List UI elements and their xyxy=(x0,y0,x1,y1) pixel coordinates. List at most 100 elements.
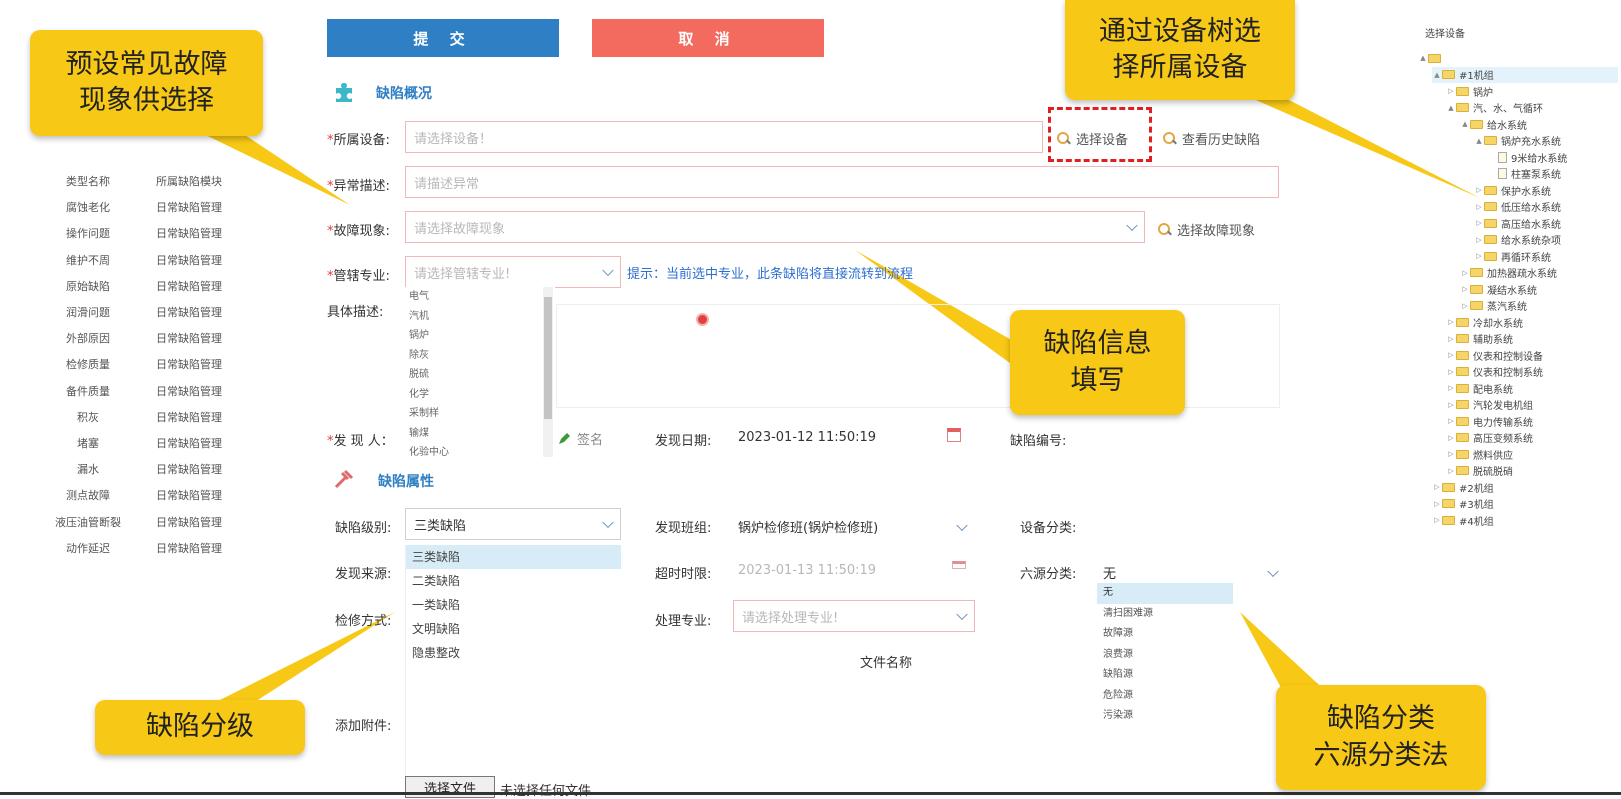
abnormal-input[interactable]: 请描述异常 xyxy=(405,166,1279,198)
tree-node[interactable]: ▲ xyxy=(1418,50,1445,66)
dropdown-option[interactable]: 输煤 xyxy=(405,424,555,444)
tree-node[interactable]: ▷ #2机组 xyxy=(1432,479,1494,495)
expand-arrow-icon[interactable]: ▷ xyxy=(1432,500,1442,508)
equipment-label: *所属设备: xyxy=(327,133,390,148)
tree-node[interactable]: ▲ #1机组 xyxy=(1432,66,1618,83)
expand-arrow-icon[interactable]: ▷ xyxy=(1460,302,1470,310)
dropdown-option[interactable]: 污染源 xyxy=(1097,706,1233,727)
tree-node[interactable]: ▷ 再循环系统 xyxy=(1474,248,1551,264)
dropdown-option[interactable]: 锅炉 xyxy=(405,326,555,346)
dropdown-option[interactable]: 采制样 xyxy=(405,404,555,424)
expand-arrow-icon[interactable]: ▷ xyxy=(1446,384,1456,392)
dropdown-option[interactable]: 脱硫 xyxy=(405,365,555,385)
expand-arrow-icon[interactable]: ▲ xyxy=(1446,104,1456,112)
dropdown-option[interactable]: 三类缺陷 xyxy=(406,545,621,569)
tree-node[interactable]: ▷ 燃料供应 xyxy=(1446,446,1513,462)
tree-node[interactable]: ▷ 给水系统杂项 xyxy=(1474,232,1561,248)
expand-arrow-icon[interactable]: ▷ xyxy=(1446,450,1456,458)
dropdown-option[interactable]: 清扫困难源 xyxy=(1097,604,1233,625)
calendar-icon[interactable] xyxy=(947,428,961,442)
dropdown-option[interactable]: 电气 xyxy=(405,287,555,307)
dropdown-option[interactable]: 化验中心 xyxy=(405,443,555,463)
tree-node[interactable]: ▷ 蒸汽系统 xyxy=(1460,298,1527,314)
tree-node[interactable]: ▷ 保护水系统 xyxy=(1474,182,1551,198)
dropdown-option[interactable]: 文明缺陷 xyxy=(406,617,621,641)
expand-arrow-icon[interactable]: ▷ xyxy=(1446,368,1456,376)
expand-arrow-icon[interactable]: ▷ xyxy=(1432,516,1442,524)
expand-arrow-icon[interactable]: ▲ xyxy=(1460,120,1470,128)
tree-node[interactable]: ▷ 高压变频系统 xyxy=(1446,430,1533,446)
dropdown-option[interactable]: 汽机 xyxy=(405,307,555,327)
dropdown-option[interactable]: 缺陷源 xyxy=(1097,665,1233,686)
six-source-select[interactable]: 无 xyxy=(1103,563,1279,582)
expand-arrow-icon[interactable]: ▷ xyxy=(1474,203,1484,211)
dropdown-option[interactable]: 二类缺陷 xyxy=(406,569,621,593)
expand-arrow-icon[interactable]: ▷ xyxy=(1446,467,1456,475)
tree-node[interactable]: ▲ 锅炉充水系统 xyxy=(1474,133,1561,149)
dropdown-option[interactable]: 无 xyxy=(1097,583,1233,604)
tree-node[interactable]: ▷ 电力传输系统 xyxy=(1446,413,1533,429)
specialty-select[interactable]: 请选择管辖专业! xyxy=(405,256,621,288)
expand-arrow-icon[interactable]: ▷ xyxy=(1446,417,1456,425)
expand-arrow-icon[interactable]: ▷ xyxy=(1446,401,1456,409)
dropdown-scrollbar[interactable] xyxy=(543,287,553,457)
expand-arrow-icon[interactable]: ▷ xyxy=(1474,186,1484,194)
expand-arrow-icon[interactable]: ▷ xyxy=(1432,483,1442,491)
tree-node[interactable]: ▲ 给水系统 xyxy=(1460,116,1527,132)
tree-node[interactable]: ▷ #3机组 xyxy=(1432,496,1494,512)
expand-arrow-icon[interactable]: ▷ xyxy=(1446,351,1456,359)
dropdown-option[interactable]: 隐患整改 xyxy=(406,641,621,665)
dropdown-option[interactable]: 危险源 xyxy=(1097,686,1233,707)
expand-arrow-icon[interactable]: ▷ xyxy=(1460,285,1470,293)
tree-node[interactable]: ▷ 辅助系统 xyxy=(1446,331,1513,347)
expand-arrow-icon[interactable]: ▷ xyxy=(1446,87,1456,95)
tree-node[interactable]: ▷ 凝结水系统 xyxy=(1460,281,1537,297)
expand-arrow-icon[interactable]: ▷ xyxy=(1474,219,1484,227)
calendar-icon[interactable] xyxy=(952,561,966,569)
cancel-button[interactable]: 取 消 xyxy=(592,19,824,57)
tree-node-label: 仪表和控制设备 xyxy=(1473,351,1543,363)
expand-arrow-icon[interactable]: ▲ xyxy=(1432,71,1442,79)
tree-node[interactable]: ▷ 锅炉 xyxy=(1446,83,1493,99)
tree-node[interactable]: ▲ 汽、水、气循环 xyxy=(1446,100,1543,116)
tree-node[interactable]: 柱塞泵系统 xyxy=(1488,166,1561,182)
find-date-value[interactable]: 2023-01-12 11:50:19 xyxy=(738,430,876,445)
submit-button[interactable]: 提 交 xyxy=(327,19,559,57)
tree-node[interactable]: ▷ 汽轮发电机组 xyxy=(1446,397,1533,413)
dropdown-option[interactable]: 一类缺陷 xyxy=(406,593,621,617)
tree-node-label: 加热器疏水系统 xyxy=(1487,269,1557,280)
expand-arrow-icon[interactable]: ▷ xyxy=(1446,318,1456,326)
tree-node[interactable]: ▷ 仪表和控制设备 xyxy=(1446,347,1543,363)
expand-arrow-icon[interactable]: ▲ xyxy=(1474,137,1484,145)
folder-icon xyxy=(1484,235,1497,244)
tree-node[interactable]: ▷ #4机组 xyxy=(1432,512,1494,528)
sign-button[interactable]: 签名 xyxy=(557,429,603,448)
equipment-input[interactable]: 请选择设备！ xyxy=(405,121,1043,153)
tree-node[interactable]: ▷ 低压给水系统 xyxy=(1474,199,1561,215)
expand-arrow-icon[interactable]: ▷ xyxy=(1460,269,1470,277)
team-select[interactable]: 锅炉检修班(锅炉检修班) xyxy=(738,517,968,536)
tree-node[interactable]: ▷ 脱硫脱硝 xyxy=(1446,463,1513,479)
select-fault-link[interactable]: 选择故障现象 xyxy=(1158,220,1255,239)
tree-node[interactable]: ▷ 高压给水系统 xyxy=(1474,215,1561,231)
handle-select[interactable]: 请选择处理专业! xyxy=(733,600,975,632)
history-defects-link[interactable]: 查看历史缺陷 xyxy=(1163,129,1260,148)
expand-arrow-icon[interactable]: ▷ xyxy=(1446,335,1456,343)
level-select[interactable]: 三类缺陷 xyxy=(405,508,621,540)
timeout-value[interactable]: 2023-01-13 11:50:19 xyxy=(738,563,876,578)
tree-node[interactable]: ▷ 加热器疏水系统 xyxy=(1460,265,1557,281)
select-equipment-link[interactable]: 选择设备 xyxy=(1057,129,1128,148)
tree-node[interactable]: ▷ 仪表和控制系统 xyxy=(1446,364,1543,380)
dropdown-option[interactable]: 浪费源 xyxy=(1097,645,1233,666)
expand-arrow-icon[interactable]: ▷ xyxy=(1474,236,1484,244)
dropdown-option[interactable]: 化学 xyxy=(405,385,555,405)
dropdown-option[interactable]: 故障源 xyxy=(1097,624,1233,645)
fault-select[interactable]: 请选择故障现象 xyxy=(405,211,1145,243)
expand-arrow-icon[interactable]: ▲ xyxy=(1418,54,1428,62)
tree-node[interactable]: ▷ 冷却水系统 xyxy=(1446,314,1523,330)
dropdown-option[interactable]: 除灰 xyxy=(405,346,555,366)
expand-arrow-icon[interactable]: ▷ xyxy=(1474,252,1484,260)
tree-node[interactable]: 9米给水系统 xyxy=(1488,149,1567,165)
expand-arrow-icon[interactable]: ▷ xyxy=(1446,434,1456,442)
tree-node[interactable]: ▷ 配电系统 xyxy=(1446,380,1513,396)
